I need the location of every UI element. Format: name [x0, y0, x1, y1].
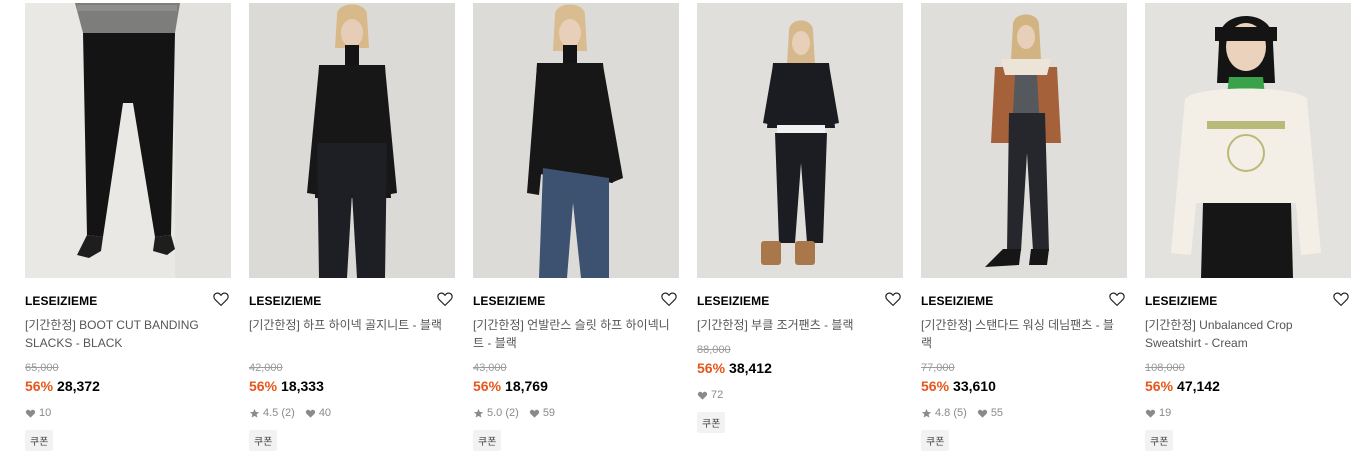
- brand-name[interactable]: LESEIZIEME: [249, 294, 321, 308]
- rating-star-icon: [249, 408, 260, 418]
- original-price: 42,000: [249, 362, 283, 374]
- discount-rate: 56%: [25, 378, 54, 394]
- brand-name[interactable]: LESEIZIEME: [697, 294, 769, 308]
- discount-rate: 56%: [921, 378, 950, 394]
- product-image[interactable]: [697, 3, 903, 278]
- likes-heart-icon: [25, 409, 36, 418]
- likes-count: 10: [39, 407, 52, 419]
- product-image[interactable]: [921, 3, 1127, 278]
- likes-count: 55: [990, 407, 1004, 419]
- likes-count: 72: [711, 389, 724, 401]
- price-line: 56% 47,142: [1145, 378, 1220, 394]
- product-name[interactable]: [기간한정] Unbalanced Crop Sweatshirt - Crea…: [1145, 316, 1345, 352]
- original-price: 88,000: [697, 344, 731, 356]
- product-photo-denim: [921, 3, 1127, 278]
- rating-value: 4.5: [263, 407, 279, 419]
- product-card[interactable]: LESEIZIEME [기간한정] BOOT CUT BANDING SLACK…: [25, 3, 231, 451]
- brand-name[interactable]: LESEIZIEME: [921, 294, 993, 308]
- sale-price: 47,142: [1177, 378, 1220, 394]
- product-card[interactable]: LESEIZIEME [기간한정] 하프 하이넥 골지니트 - 블랙 42,00…: [249, 3, 455, 451]
- likes-count: 40: [318, 407, 332, 419]
- wishlist-heart-icon[interactable]: [884, 290, 902, 308]
- price-line: 56% 33,610: [921, 378, 996, 394]
- sale-price: 28,372: [57, 378, 100, 394]
- original-price: 65,000: [25, 362, 59, 374]
- rating-value: 4.8: [935, 407, 951, 419]
- product-photo-sweatshirt: [1145, 3, 1351, 278]
- coupon-badge: 쿠폰: [921, 430, 950, 451]
- rating-star-icon: [473, 408, 484, 418]
- product-card[interactable]: LESEIZIEME [기간한정] 스탠다드 워싱 데님팬츠 - 블랙 77,0…: [921, 3, 1127, 451]
- coupon-badge: 쿠폰: [25, 430, 54, 451]
- likes-heart-icon: [529, 409, 539, 418]
- wishlist-heart-icon[interactable]: [436, 290, 454, 308]
- likes-count: 59: [542, 407, 556, 419]
- product-name[interactable]: [기간한정] 언발란스 슬릿 하프 하이넥니트 - 블랙: [473, 316, 673, 352]
- coupon-badge: 쿠폰: [697, 412, 726, 433]
- price-line: 56% 18,333: [249, 378, 324, 394]
- sale-price: 33,610: [953, 378, 996, 394]
- product-stats: 4.5 (2) 40: [249, 407, 331, 419]
- product-photo-unbalanced-knit: [473, 3, 679, 278]
- product-card[interactable]: LESEIZIEME [기간한정] Unbalanced Crop Sweats…: [1145, 3, 1351, 451]
- brand-name[interactable]: LESEIZIEME: [473, 294, 545, 308]
- product-image[interactable]: [25, 3, 231, 278]
- rating-value: 5.0: [487, 407, 503, 419]
- wishlist-heart-icon[interactable]: [660, 290, 678, 308]
- brand-name[interactable]: LESEIZIEME: [25, 294, 97, 308]
- discount-rate: 56%: [697, 360, 726, 376]
- likes-heart-icon: [305, 409, 315, 418]
- product-image[interactable]: [1145, 3, 1351, 278]
- product-name[interactable]: [기간한정] 부클 조거팬츠 - 블랙: [697, 316, 897, 334]
- sale-price: 38,412: [729, 360, 772, 376]
- likes-heart-icon: [977, 409, 987, 418]
- product-name[interactable]: [기간한정] 하프 하이넥 골지니트 - 블랙: [249, 316, 449, 334]
- wishlist-heart-icon[interactable]: [1332, 290, 1350, 308]
- likes-count: 19: [1159, 407, 1172, 419]
- price-line: 56% 38,412: [697, 360, 772, 376]
- review-count: (5): [953, 407, 967, 419]
- product-photo-knit: [249, 3, 455, 278]
- likes-heart-icon: [1145, 409, 1156, 418]
- coupon-badge: 쿠폰: [249, 430, 278, 451]
- sale-price: 18,769: [505, 378, 548, 394]
- likes-heart-icon: [697, 391, 708, 400]
- coupon-badge: 쿠폰: [1145, 430, 1174, 451]
- wishlist-heart-icon[interactable]: [1108, 290, 1126, 308]
- discount-rate: 56%: [249, 378, 278, 394]
- original-price: 77,000: [921, 362, 955, 374]
- price-line: 56% 28,372: [25, 378, 100, 394]
- sale-price: 18,333: [281, 378, 324, 394]
- product-name[interactable]: [기간한정] 스탠다드 워싱 데님팬츠 - 블랙: [921, 316, 1121, 352]
- product-image[interactable]: [249, 3, 455, 278]
- product-name[interactable]: [기간한정] BOOT CUT BANDING SLACKS - BLACK: [25, 316, 225, 352]
- product-image[interactable]: [473, 3, 679, 278]
- product-card[interactable]: LESEIZIEME [기간한정] 부클 조거팬츠 - 블랙 88,000 56…: [697, 3, 903, 433]
- product-stats: 72: [697, 389, 723, 401]
- product-stats: 4.8 (5) 55: [921, 407, 1003, 419]
- original-price: 108,000: [1145, 362, 1185, 374]
- product-stats: 19: [1145, 407, 1171, 419]
- product-card[interactable]: LESEIZIEME [기간한정] 언발란스 슬릿 하프 하이넥니트 - 블랙 …: [473, 3, 679, 451]
- product-photo-slacks: [25, 3, 231, 278]
- review-count: (2): [281, 407, 295, 419]
- price-line: 56% 18,769: [473, 378, 548, 394]
- review-count: (2): [505, 407, 519, 419]
- discount-rate: 56%: [473, 378, 502, 394]
- product-stats: 10: [25, 407, 51, 419]
- wishlist-heart-icon[interactable]: [212, 290, 230, 308]
- discount-rate: 56%: [1145, 378, 1174, 394]
- product-photo-jogger: [697, 3, 903, 278]
- coupon-badge: 쿠폰: [473, 430, 502, 451]
- product-stats: 5.0 (2) 59: [473, 407, 555, 419]
- brand-name[interactable]: LESEIZIEME: [1145, 294, 1217, 308]
- rating-star-icon: [921, 408, 932, 418]
- original-price: 43,000: [473, 362, 507, 374]
